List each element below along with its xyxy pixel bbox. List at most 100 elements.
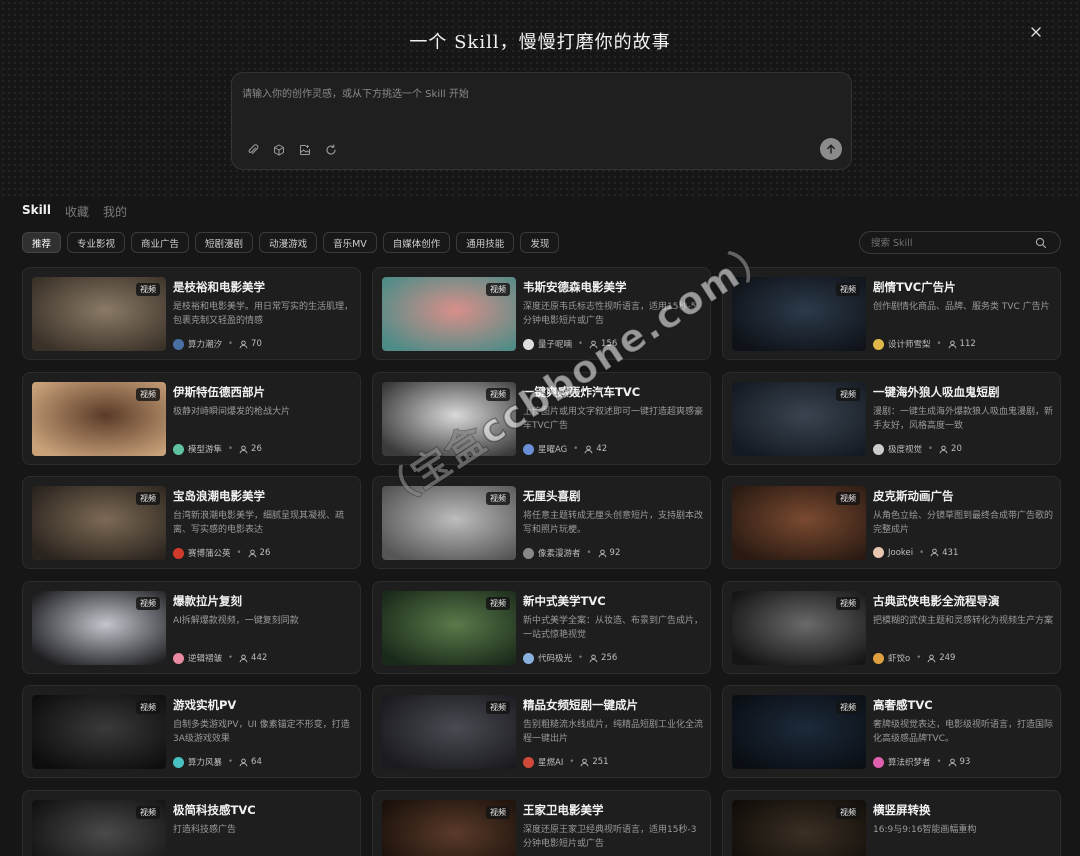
separator-dot: • bbox=[919, 547, 925, 558]
usage-count-value: 20 bbox=[951, 444, 962, 454]
skill-card[interactable]: 视频 精品女频短剧一键成片 告别粗糙流水线成片，纯精品短剧工业化全流程一键出片 … bbox=[372, 685, 711, 778]
skill-card[interactable]: 视频 王家卫电影美学 深度还原王家卫经典视听语言，适用15秒-3分钟电影短片或广… bbox=[372, 790, 711, 856]
video-badge: 视频 bbox=[136, 492, 160, 505]
user-icon bbox=[239, 340, 248, 348]
card-title: 新中式美学TVC bbox=[523, 594, 606, 608]
skill-card[interactable]: 视频 韦斯安德森电影美学 深度还原韦氏标志性视听语言，适用15秒-5分钟电影短片… bbox=[372, 267, 711, 360]
prompt-input[interactable] bbox=[242, 85, 832, 125]
filter-general-skills[interactable]: 通用技能 bbox=[456, 232, 515, 253]
card-author: 算力风暴 bbox=[188, 758, 223, 768]
card-author: 星燃AI bbox=[538, 758, 564, 768]
card-description: 打造科技感广告 bbox=[173, 825, 237, 835]
avatar bbox=[523, 443, 534, 455]
separator-dot: • bbox=[573, 444, 579, 454]
tab-skill[interactable]: Skill bbox=[22, 203, 51, 220]
card-description: 将任意主题转成无厘头创意短片，支持剧本改写和照片玩梗。 bbox=[523, 511, 703, 535]
avatar bbox=[523, 338, 534, 350]
skill-card[interactable]: 视频 宝岛浪潮电影美学 台湾新浪潮电影美学，细腻呈现其凝视、疏离、写实感的电影表… bbox=[22, 476, 361, 569]
skill-card[interactable]: 视频 一键爽感轰炸汽车TVC 上传图片或用文字叙述即可一键打造超爽感豪车TVC广… bbox=[372, 372, 711, 465]
refresh-icon[interactable] bbox=[324, 143, 338, 157]
paperclip-icon[interactable] bbox=[246, 143, 260, 157]
card-description: 是枝裕和电影美学。用日常写实的生活肌理，包裹克制又轻盈的情感 bbox=[173, 302, 353, 326]
skill-card[interactable]: 视频 横竖屏转换 16:9与9:16智能画幅重构 bbox=[722, 790, 1061, 856]
user-icon bbox=[248, 549, 256, 557]
usage-count: 20 bbox=[939, 444, 962, 454]
usage-count-value: 42 bbox=[596, 444, 608, 454]
filter-discover[interactable]: 发现 bbox=[520, 232, 560, 253]
avatar bbox=[173, 443, 184, 455]
skill-card[interactable]: 视频 一键海外狼人吸血鬼短剧 漫剧：一键生成海外爆款狼人吸血鬼漫剧，新手友好，风… bbox=[722, 372, 1061, 465]
page-title: 一个 Skill，慢慢打磨你的故事 bbox=[409, 32, 671, 53]
cube-icon[interactable] bbox=[272, 143, 286, 157]
tab-mine[interactable]: 我的 bbox=[103, 203, 127, 220]
usage-count: 26 bbox=[248, 548, 270, 558]
usage-count-value: 93 bbox=[959, 757, 971, 767]
card-description: 台湾新浪潮电影美学，细腻呈现其凝视、疏离、写实感的电影表达 bbox=[173, 511, 345, 535]
user-icon bbox=[584, 445, 593, 453]
usage-count-value: 70 bbox=[251, 339, 262, 349]
card-meta: 星曜AG • 42 bbox=[523, 443, 607, 455]
card-meta: 设计师雪梨 • 112 bbox=[873, 338, 976, 350]
avatar bbox=[173, 547, 184, 559]
card-description: 深度还原王家卫经典视听语言，适用15秒-3分钟电影短片或广告 bbox=[523, 825, 697, 849]
card-description: 把模糊的武侠主题和灵感转化为视频生产方案 bbox=[873, 616, 1053, 626]
card-author: 算法织梦者 bbox=[888, 758, 931, 768]
card-thumbnail: 视频 bbox=[732, 800, 866, 856]
skill-card[interactable]: 视频 伊斯特伍德西部片 极静对峙瞬间爆发的枪战大片 模型游隼 • 26 bbox=[22, 372, 361, 465]
filter-anime-games[interactable]: 动漫游戏 bbox=[259, 232, 318, 253]
search-icon[interactable] bbox=[1035, 237, 1047, 249]
skill-card[interactable]: 视频 高奢感TVC 奢牌级视觉表达，电影级视听语言，打造国际化高级感品牌TVC。… bbox=[722, 685, 1061, 778]
skill-card[interactable]: 视频 无厘头喜剧 将任意主题转成无厘头创意短片，支持剧本改写和照片玩梗。 像素漫… bbox=[372, 476, 711, 569]
card-author: 模型游隼 bbox=[188, 445, 223, 455]
card-title: 横竖屏转换 bbox=[873, 803, 931, 817]
filter-self-media[interactable]: 自媒体创作 bbox=[382, 232, 451, 253]
avatar bbox=[173, 652, 184, 664]
skill-card[interactable]: 视频 皮克斯动画广告 从角色立绘、分镜草图到最终合成带广告歌的完整成片 Jook… bbox=[722, 476, 1061, 569]
card-thumbnail: 视频 bbox=[32, 800, 166, 856]
skill-card[interactable]: 视频 爆款拉片复刻 AI拆解爆款视频，一键复刻同款 逆辑褶皱 • 442 bbox=[22, 581, 361, 674]
separator-dot: • bbox=[936, 339, 942, 349]
usage-count-value: 256 bbox=[601, 653, 618, 663]
usage-count-value: 156 bbox=[601, 339, 618, 349]
usage-count: 442 bbox=[239, 653, 267, 663]
skill-card[interactable]: 视频 新中式美学TVC 新中式美学全案：从妆造、布景到广告成片，一站式惊艳视觉 … bbox=[372, 581, 711, 674]
send-button[interactable] bbox=[820, 138, 842, 160]
video-badge: 视频 bbox=[486, 806, 510, 819]
usage-count-value: 249 bbox=[939, 653, 956, 663]
skill-search bbox=[859, 231, 1061, 254]
card-title: 游戏实机PV bbox=[173, 698, 237, 712]
card-author: 逆辑褶皱 bbox=[188, 654, 223, 664]
category-filters: 推荐 专业影视 商业广告 短剧漫剧 动漫游戏 音乐MV 自媒体创作 通用技能 发… bbox=[22, 232, 560, 253]
video-badge: 视频 bbox=[836, 806, 860, 819]
card-meta: 算力风暴 • 64 bbox=[173, 756, 262, 768]
tab-favorites[interactable]: 收藏 bbox=[65, 203, 89, 220]
filter-professional-film[interactable]: 专业影视 bbox=[67, 232, 126, 253]
filter-recommended[interactable]: 推荐 bbox=[22, 232, 62, 253]
usage-count: 249 bbox=[927, 653, 955, 663]
card-thumbnail: 视频 bbox=[382, 486, 516, 560]
skill-card[interactable]: 视频 是枝裕和电影美学 是枝裕和电影美学。用日常写实的生活肌理，包裹克制又轻盈的… bbox=[22, 267, 361, 360]
card-description: AI拆解爆款视频，一键复刻同款 bbox=[173, 616, 299, 626]
skill-card[interactable]: 视频 极简科技感TVC 打造科技感广告 bbox=[22, 790, 361, 856]
card-thumbnail: 视频 bbox=[32, 277, 166, 351]
user-icon bbox=[930, 548, 939, 557]
card-description: 从角色立绘、分镜草图到最终合成带广告歌的完整成片 bbox=[873, 511, 1053, 535]
card-thumbnail: 视频 bbox=[732, 695, 866, 769]
card-title: 王家卫电影美学 bbox=[523, 803, 604, 817]
filter-commercial-ads[interactable]: 商业广告 bbox=[131, 232, 190, 253]
card-title: 伊斯特伍德西部片 bbox=[173, 385, 265, 399]
skill-card[interactable]: 视频 剧情TVC广告片 创作剧情化商品、品牌、服务类 TVC 广告片 设计师雪梨… bbox=[722, 267, 1061, 360]
prompt-box bbox=[231, 72, 852, 170]
search-input[interactable] bbox=[871, 236, 1031, 250]
skill-card[interactable]: 视频 游戏实机PV 自制多类游戏PV，UI 像素锚定不形变，打造3A级游戏效果 … bbox=[22, 685, 361, 778]
filter-short-drama[interactable]: 短剧漫剧 bbox=[195, 232, 254, 253]
image-add-icon[interactable] bbox=[298, 143, 312, 157]
usage-count: 431 bbox=[930, 548, 958, 558]
usage-count: 70 bbox=[239, 339, 262, 349]
video-badge: 视频 bbox=[836, 283, 860, 296]
skill-card[interactable]: 视频 古典武侠电影全流程导演 把模糊的武侠主题和灵感转化为视频生产方案 虾饺o … bbox=[722, 581, 1061, 674]
filter-music-mv[interactable]: 音乐MV bbox=[323, 232, 377, 253]
usage-count: 112 bbox=[948, 339, 976, 349]
video-badge: 视频 bbox=[836, 492, 860, 505]
usage-count-value: 26 bbox=[251, 444, 262, 454]
